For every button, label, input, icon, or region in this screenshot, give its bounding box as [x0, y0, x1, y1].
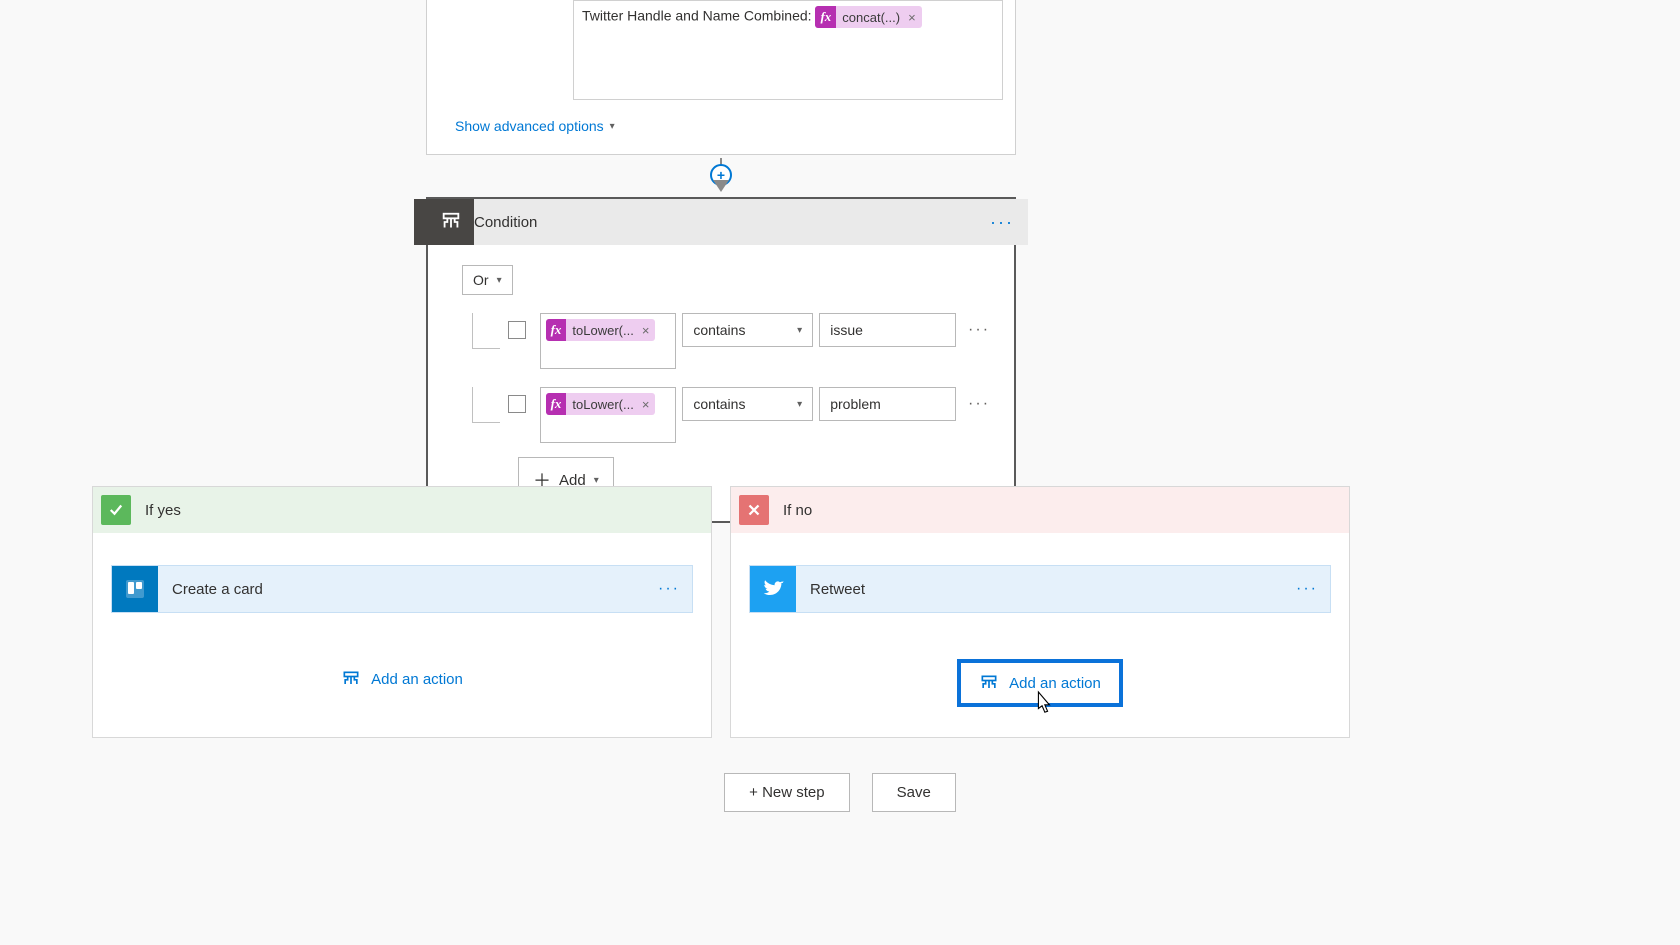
chevron-down-icon: ▾	[497, 275, 502, 286]
fx-icon: fx	[546, 393, 567, 415]
condition-menu-button[interactable]: ···	[990, 212, 1014, 233]
condition-icon	[428, 199, 474, 245]
fx-icon: fx	[546, 319, 567, 341]
bottom-button-row: + New step Save	[0, 773, 1680, 812]
condition-card: Condition ··· Or ▾ fx toLower(... ×	[426, 197, 1016, 523]
x-icon	[739, 495, 769, 525]
action-create-a-card[interactable]: Create a card ···	[111, 565, 693, 613]
right-value-input[interactable]: issue	[819, 313, 956, 347]
check-icon	[101, 495, 131, 525]
add-action-yes-button[interactable]: Add an action	[323, 659, 481, 699]
add-action-icon	[341, 669, 361, 689]
new-step-button[interactable]: + New step	[724, 773, 849, 812]
remove-expression-icon[interactable]: ×	[640, 323, 656, 338]
save-button[interactable]: Save	[872, 773, 956, 812]
left-value-box[interactable]: fx toLower(... ×	[540, 387, 677, 443]
fx-icon: fx	[815, 6, 836, 28]
chevron-down-icon: ▾	[797, 325, 802, 336]
operator-select[interactable]: contains ▾	[682, 313, 813, 347]
operator-select[interactable]: contains ▾	[682, 387, 813, 421]
row-checkbox[interactable]	[508, 395, 526, 413]
if-yes-branch: If yes Create a card ··· Add an action	[92, 486, 712, 738]
tree-line	[472, 313, 500, 349]
row-menu-button[interactable]: ···	[968, 321, 990, 339]
action-menu-button[interactable]: ···	[1296, 580, 1318, 598]
condition-row: fx toLower(... × contains ▾ issue ···	[472, 313, 990, 369]
chevron-down-icon: ▾	[610, 121, 615, 132]
right-value-input[interactable]: problem	[819, 387, 956, 421]
chevron-down-icon: ▾	[594, 475, 599, 486]
add-action-icon	[979, 673, 999, 693]
chevron-down-icon: ▾	[797, 399, 802, 410]
group-operator-select[interactable]: Or ▾	[462, 265, 513, 295]
arrow-down-icon	[713, 180, 729, 192]
tree-line	[472, 387, 500, 423]
expression-pill-tolower[interactable]: fx toLower(... ×	[546, 393, 656, 415]
compose-card: Twitter Handle and Name Combined: fx con…	[426, 0, 1016, 155]
trello-icon	[112, 566, 158, 612]
twitter-icon	[750, 566, 796, 612]
condition-row: fx toLower(... × contains ▾ problem ···	[472, 387, 990, 443]
action-menu-button[interactable]: ···	[658, 580, 680, 598]
row-checkbox[interactable]	[508, 321, 526, 339]
show-advanced-link[interactable]: Show advanced options ▾	[455, 118, 615, 134]
add-action-no-button[interactable]: Add an action	[957, 659, 1123, 707]
left-value-box[interactable]: fx toLower(... ×	[540, 313, 677, 369]
action-retweet[interactable]: Retweet ···	[749, 565, 1331, 613]
remove-expression-icon[interactable]: ×	[906, 10, 922, 25]
compose-text-area[interactable]: Twitter Handle and Name Combined: fx con…	[573, 0, 1003, 100]
if-no-branch: If no Retweet ··· Add an action	[730, 486, 1350, 738]
branch-header-no: If no	[731, 487, 1349, 533]
remove-expression-icon[interactable]: ×	[640, 397, 656, 412]
expression-pill-concat[interactable]: fx concat(...) ×	[815, 6, 921, 28]
row-menu-button[interactable]: ···	[968, 395, 990, 413]
field-label: Twitter Handle and Name Combined:	[582, 8, 812, 24]
condition-header[interactable]: Condition ···	[414, 199, 1028, 245]
expression-pill-tolower[interactable]: fx toLower(... ×	[546, 319, 656, 341]
branch-header-yes: If yes	[93, 487, 711, 533]
